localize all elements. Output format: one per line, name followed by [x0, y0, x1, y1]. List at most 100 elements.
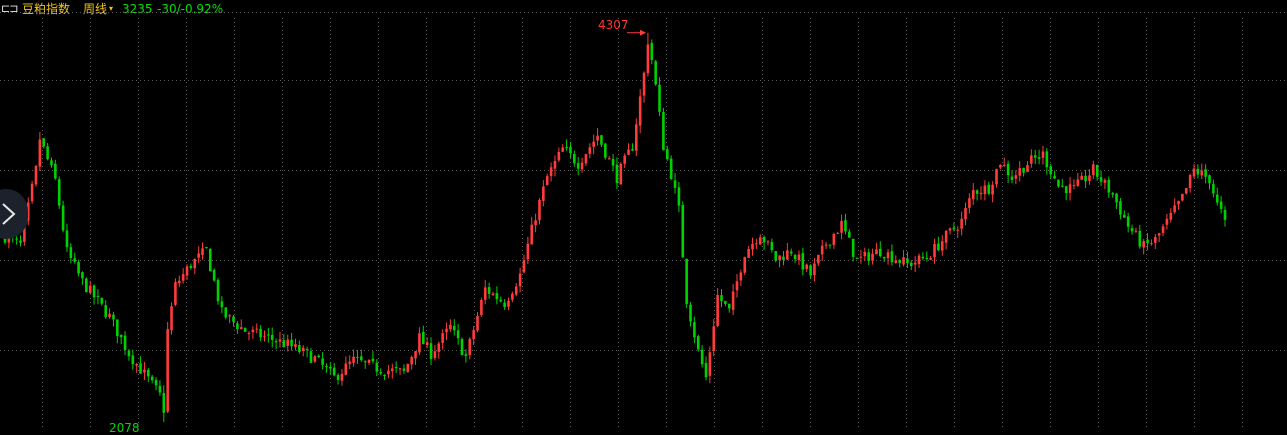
candle-up	[177, 280, 181, 284]
candle-up	[1177, 201, 1180, 205]
candle-down	[1204, 169, 1207, 177]
candle-up	[627, 149, 630, 155]
candle-up	[813, 263, 816, 276]
candle-up	[1072, 185, 1076, 187]
candle-down	[952, 227, 956, 230]
candlestick-chart[interactable]	[0, 0, 1287, 428]
candle-down	[851, 238, 855, 257]
candle-up	[108, 313, 111, 317]
candle-up	[263, 335, 266, 337]
candle-up	[1002, 164, 1006, 166]
candle-up	[88, 285, 92, 293]
candle-up	[1181, 193, 1184, 201]
candle-down	[689, 304, 692, 322]
candle-down	[336, 375, 340, 380]
candle-down	[290, 339, 293, 347]
candle-up	[948, 228, 952, 231]
candle-up	[193, 258, 197, 269]
candle-down	[61, 205, 65, 231]
candle-down	[1115, 193, 1118, 203]
candle-down	[677, 187, 681, 206]
candle-down	[867, 252, 870, 261]
candle-down	[212, 269, 216, 281]
candle-up	[646, 44, 650, 74]
candle-up	[239, 327, 243, 330]
candle-down	[119, 334, 123, 338]
candle-down	[456, 330, 460, 339]
candle-down	[325, 365, 328, 368]
candle-up	[1184, 188, 1188, 194]
candle-up	[1153, 236, 1157, 243]
high-arrow-head	[639, 29, 646, 36]
candle-up	[34, 166, 38, 185]
candle-down	[844, 220, 847, 232]
candle-up	[642, 72, 646, 96]
candle-up	[999, 164, 1002, 168]
candle-down	[704, 363, 708, 378]
candle-up	[731, 291, 735, 310]
candle-up	[832, 233, 836, 245]
candle-up	[964, 207, 967, 220]
candle-up	[786, 250, 789, 260]
candle-down	[890, 251, 894, 263]
candle-up	[511, 293, 514, 300]
candle-down	[793, 255, 797, 259]
candle-down	[700, 349, 704, 365]
candle-down	[123, 335, 127, 350]
candle-up	[979, 192, 983, 195]
candle-down	[50, 160, 53, 166]
candle-up	[751, 243, 754, 250]
candle-down	[1084, 175, 1087, 182]
candle-down	[1212, 184, 1215, 194]
candle-up	[836, 232, 839, 234]
candle-down	[54, 163, 57, 179]
candle-up	[917, 255, 921, 265]
candle-up	[735, 281, 739, 291]
candle-down	[57, 179, 61, 206]
candle-down	[487, 287, 491, 294]
candle-up	[181, 274, 185, 281]
candle-up	[286, 339, 290, 346]
candle-up	[1103, 180, 1107, 183]
candle-down	[1053, 175, 1056, 179]
candle-down	[724, 300, 727, 304]
candle-down	[112, 314, 115, 320]
candle-up	[143, 369, 146, 373]
candle-down	[267, 334, 270, 336]
candle-down	[801, 253, 805, 270]
candle-up	[929, 257, 932, 260]
candle-down	[615, 164, 619, 184]
candle-up	[507, 300, 510, 307]
candle-down	[379, 372, 382, 374]
candle-down	[429, 343, 433, 360]
candle-up	[418, 333, 421, 353]
candle-up	[817, 254, 820, 264]
candle-up	[991, 184, 994, 195]
candle-up	[1041, 151, 1045, 158]
candle-down	[611, 158, 615, 166]
candle-up	[30, 183, 34, 202]
candle-up	[472, 330, 475, 340]
candle-up	[840, 220, 843, 233]
candle-up	[367, 359, 371, 363]
candle-up	[166, 329, 169, 412]
candle-up	[483, 287, 487, 300]
candle-down	[1130, 228, 1134, 232]
candle-up	[1018, 168, 1022, 176]
candle-down	[69, 247, 73, 258]
candle-up	[278, 339, 282, 342]
candle-up	[530, 224, 534, 245]
candle-down	[1006, 163, 1010, 176]
candle-up	[1076, 179, 1080, 186]
candle-up	[1165, 218, 1169, 225]
candle-down	[298, 345, 301, 352]
candle-down	[685, 258, 688, 304]
candle-up	[534, 220, 537, 226]
candle-up	[425, 342, 429, 346]
candle-down	[1215, 194, 1219, 203]
candle-down	[243, 327, 247, 332]
candle-up	[542, 186, 545, 201]
candle-up	[197, 253, 200, 258]
candle-down	[921, 256, 925, 259]
candle-up	[1088, 175, 1091, 181]
